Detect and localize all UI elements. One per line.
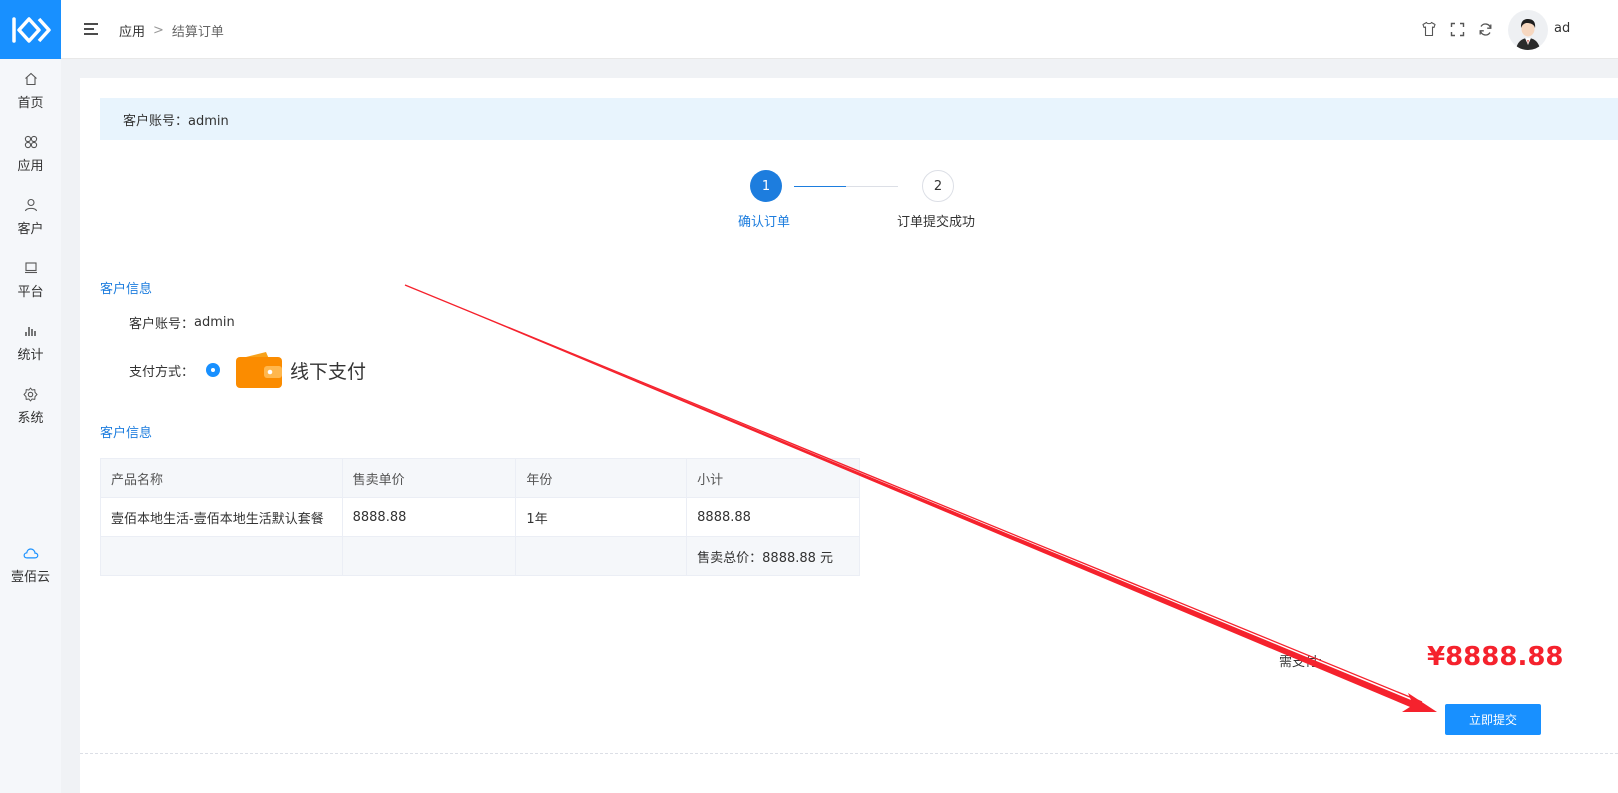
- table-cell: [100, 536, 343, 576]
- breadcrumb-current: 结算订单: [171, 25, 224, 40]
- breadcrumb-separator: >: [153, 23, 164, 38]
- step-2-circle: 2: [922, 170, 954, 202]
- sidebar-item-label: 应用: [17, 159, 44, 174]
- section-title-order: 客户信息: [100, 426, 153, 441]
- order-table: 产品名称 售卖单价 年份 小计 壹佰本地生活-壹佰本地生活默认套餐 8888.8…: [100, 458, 860, 576]
- cloud-icon: [23, 545, 39, 561]
- table-row: 壹佰本地生活-壹佰本地生活默认套餐 8888.88 1年 8888.88: [100, 497, 860, 537]
- payment-radio-offline[interactable]: [206, 363, 221, 377]
- gear-icon: [23, 386, 39, 402]
- total-price-cell: 售卖总价：8888.88 元: [686, 536, 860, 576]
- logo-icon: [11, 16, 51, 43]
- sidebar-item-home[interactable]: 首页: [0, 61, 61, 121]
- sidebar-item-label: 统计: [17, 348, 44, 363]
- table-cell: 壹佰本地生活-壹佰本地生活默认套餐: [100, 497, 343, 537]
- sidebar-item-label: 系统: [17, 411, 44, 426]
- column-header: 小计: [686, 458, 860, 498]
- theme-shirt-icon[interactable]: [1420, 20, 1438, 38]
- customer-account-bar: 客户账号：admin: [100, 98, 1618, 140]
- sidebar-item-label: 壹佰云: [10, 570, 50, 585]
- table-cell: [341, 536, 517, 576]
- table-header-row: 产品名称 售卖单价 年份 小计: [100, 458, 860, 498]
- sidebar: 首页 应用 客户 平台 统计 系统 壹佰云: [0, 0, 61, 793]
- step-connector-pending: [846, 186, 898, 187]
- bar-chart-icon: [23, 323, 39, 339]
- step-2-label: 订单提交成功: [897, 215, 976, 230]
- card-divider: [80, 753, 1618, 754]
- sidebar-item-label: 平台: [17, 285, 44, 300]
- submit-now-button[interactable]: 立即提交: [1445, 704, 1541, 735]
- step-connector-done: [794, 186, 846, 187]
- account-label: 客户账号：: [129, 317, 195, 332]
- section-title-customer: 客户信息: [100, 282, 153, 297]
- column-header: 产品名称: [100, 458, 343, 498]
- sidebar-item-label: 客户: [17, 222, 44, 237]
- apps-icon: [23, 134, 39, 150]
- sidebar-item-customers[interactable]: 客户: [0, 187, 61, 247]
- fullscreen-icon[interactable]: [1448, 20, 1466, 38]
- sidebar-item-cloud[interactable]: 壹佰云: [0, 535, 61, 595]
- payment-method-field: 支付方式： 线下支付: [129, 352, 366, 388]
- monitor-icon: [23, 260, 39, 276]
- step-number: 1: [761, 178, 771, 194]
- home-icon: [23, 71, 39, 87]
- payment-option-label[interactable]: 线下支付: [290, 357, 366, 384]
- column-header: 年份: [515, 458, 688, 498]
- account-field: 客户账号： admin: [129, 313, 235, 332]
- step-number: 2: [933, 178, 943, 194]
- amount-due-value: ¥8888.88: [1427, 642, 1564, 672]
- customer-account-text: 客户账号：admin: [123, 113, 229, 129]
- wallet-icon: [236, 352, 283, 388]
- table-cell: 8888.88: [686, 497, 860, 537]
- app-logo[interactable]: [0, 0, 61, 59]
- account-value: admin: [194, 315, 235, 330]
- step-1-label: 确认订单: [738, 215, 791, 230]
- menu-toggle-icon[interactable]: [83, 22, 99, 36]
- table-cell: 8888.88: [341, 497, 517, 537]
- top-header: 应用 > 结算订单 ad: [61, 0, 1618, 59]
- table-cell: [515, 536, 688, 576]
- breadcrumb-root[interactable]: 应用: [119, 21, 145, 40]
- sidebar-item-stats[interactable]: 统计: [0, 313, 61, 373]
- sidebar-item-platform[interactable]: 平台: [0, 250, 61, 310]
- step-1-circle: 1: [750, 170, 782, 202]
- user-icon: [23, 197, 39, 213]
- sidebar-item-system[interactable]: 系统: [0, 376, 61, 436]
- refresh-icon[interactable]: [1476, 20, 1494, 38]
- table-total-row: 售卖总价：8888.88 元: [100, 536, 860, 576]
- breadcrumb: 应用 > 结算订单: [119, 21, 224, 40]
- avatar[interactable]: [1508, 10, 1548, 50]
- payment-method-label: 支付方式：: [129, 364, 195, 380]
- column-header: 售卖单价: [341, 458, 517, 498]
- user-name[interactable]: ad: [1554, 21, 1570, 36]
- sidebar-item-label: 首页: [17, 96, 44, 111]
- sidebar-item-apps[interactable]: 应用: [0, 124, 61, 184]
- table-cell: 1年: [515, 497, 688, 537]
- amount-due-label: 需支付:: [1279, 655, 1323, 670]
